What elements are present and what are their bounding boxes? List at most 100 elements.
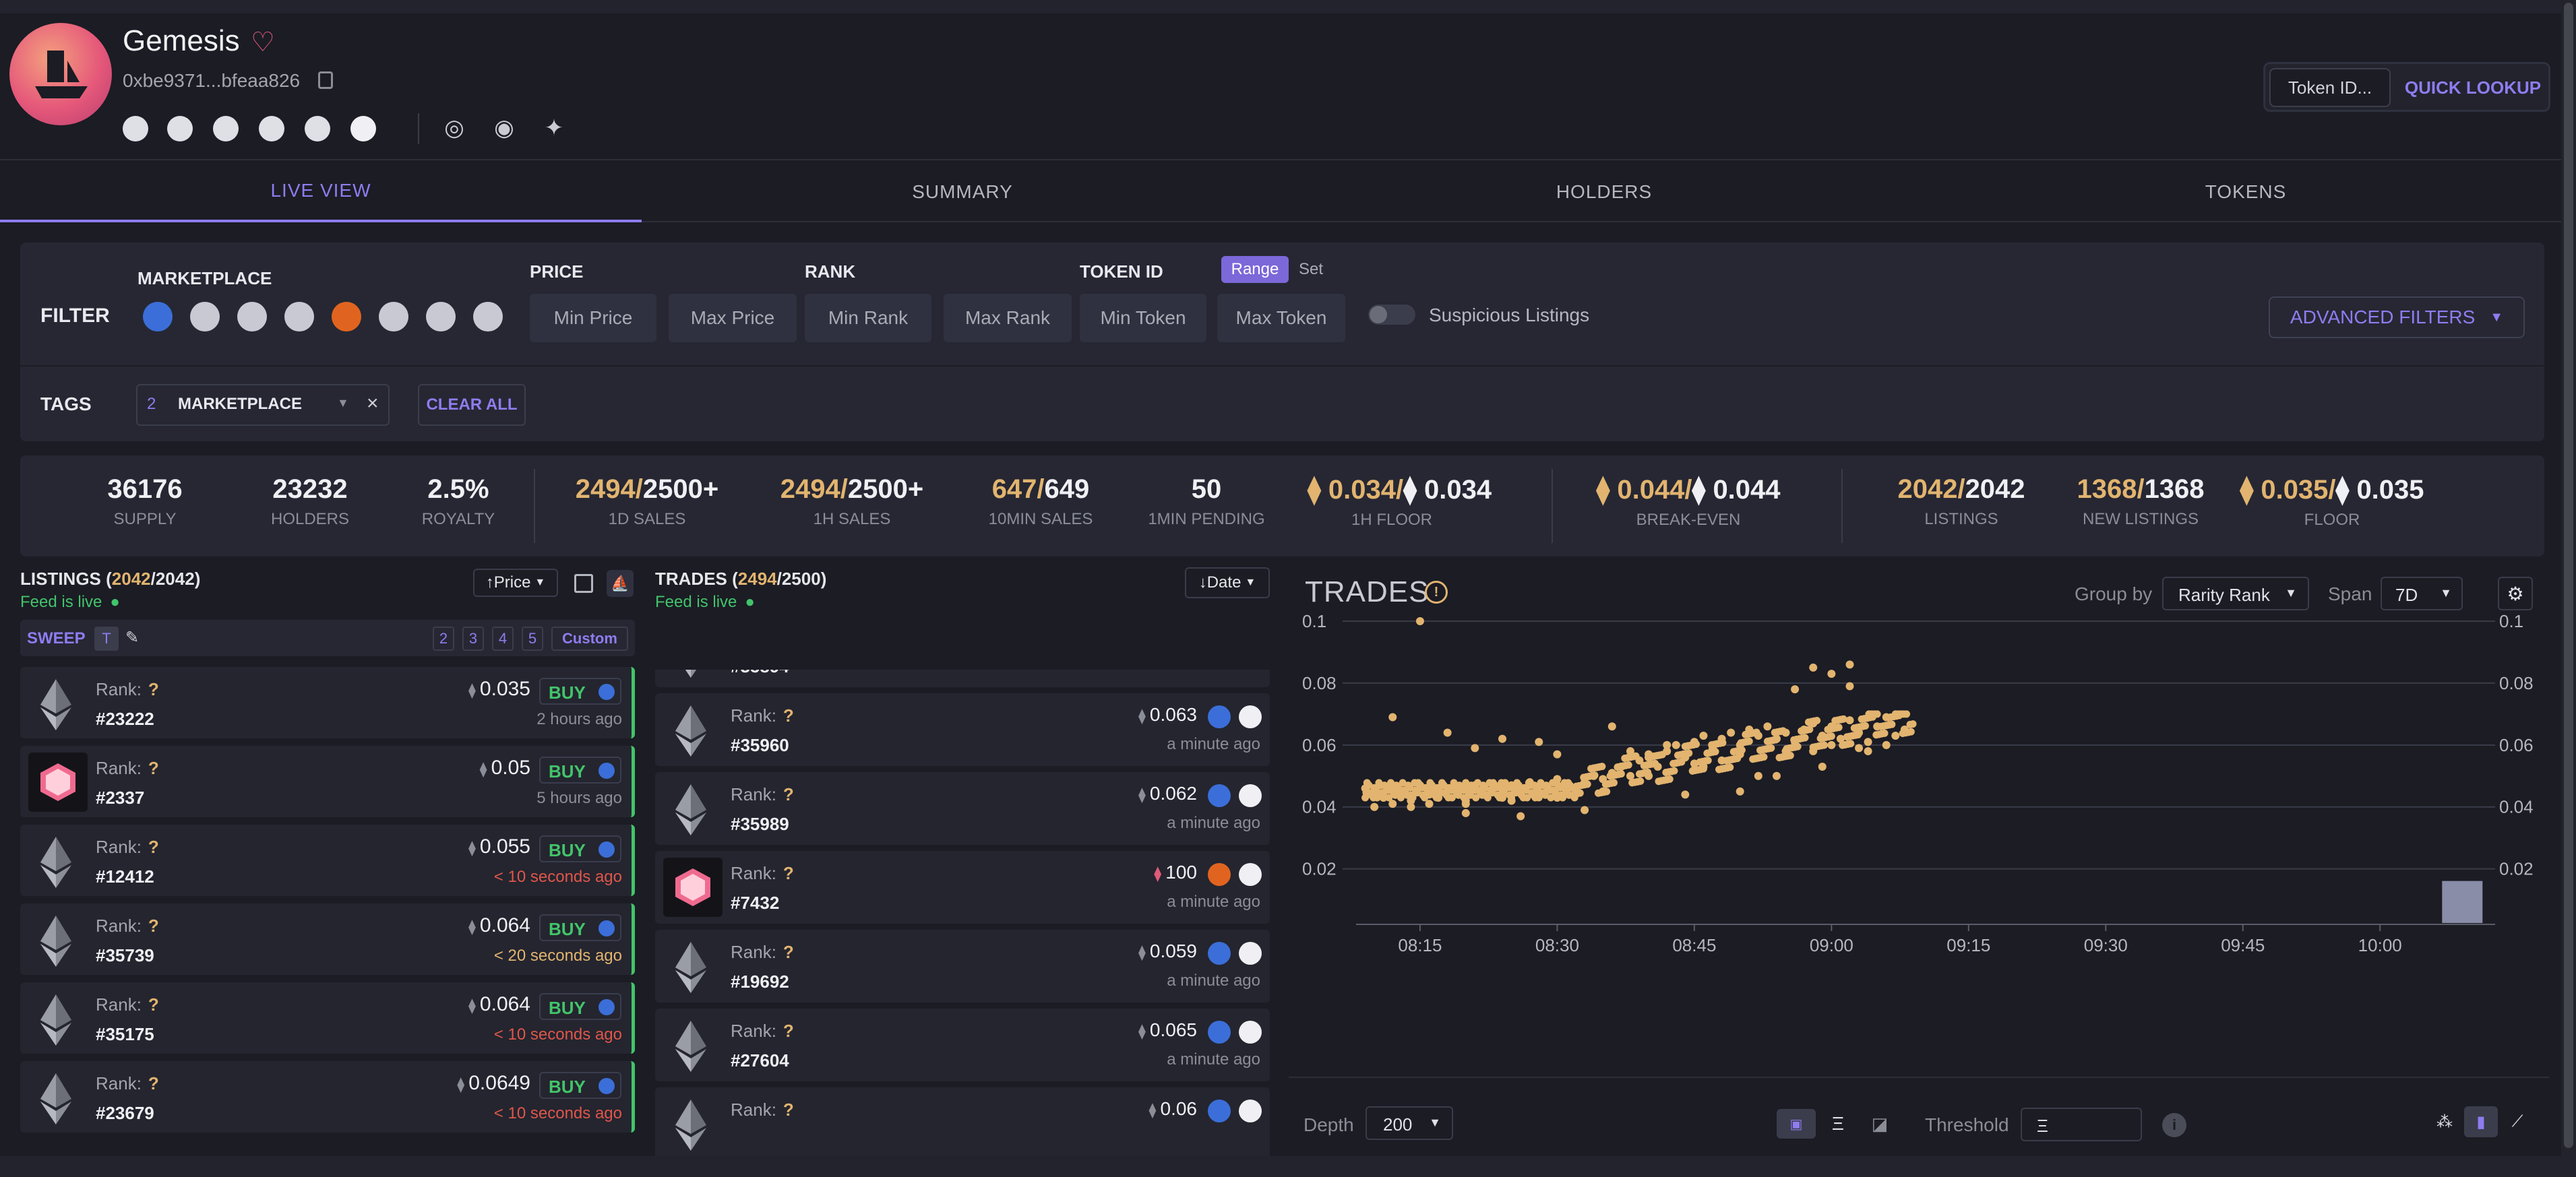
clear-all-button[interactable]: CLEAR ALL	[418, 384, 526, 426]
buy-button[interactable]: BUY	[539, 1072, 621, 1099]
info-icon[interactable]: !	[1425, 581, 1448, 604]
listing-row[interactable]: Rank:? #35739 ⧫ 0.064 BUY < 20 seconds ago	[20, 903, 635, 975]
element-filter-icon[interactable]	[426, 302, 456, 331]
group-by-dropdown[interactable]: Rarity Rank ▼	[2162, 577, 2309, 610]
buy-button[interactable]: BUY	[539, 993, 621, 1020]
x2y2-link-icon[interactable]	[213, 116, 239, 141]
buy-button[interactable]: BUY	[539, 914, 621, 941]
tab-live-view[interactable]: LIVE VIEW	[0, 162, 642, 222]
max-token-input[interactable]: Max Token	[1217, 294, 1345, 342]
trade-row[interactable]: Rank:? #35989 ⧫ 0.062 a minute ago	[655, 772, 1270, 845]
nftx-filter-icon[interactable]	[379, 302, 408, 331]
trade-row[interactable]: Rank:? ⧫ 0.06	[655, 1087, 1270, 1160]
gem-filter-icon[interactable]	[473, 302, 503, 331]
settings-gear-icon[interactable]: ⚙	[2498, 577, 2533, 610]
listing-price: ⧫ 0.064	[468, 914, 530, 936]
etherscan-icon[interactable]	[1239, 705, 1262, 728]
buy-button[interactable]: BUY	[539, 678, 621, 705]
listing-row[interactable]: Rank:? #35175 ⧫ 0.064 BUY < 10 seconds ago	[20, 982, 635, 1054]
quick-lookup: Token ID... QUICK LOOKUP	[2263, 62, 2550, 112]
listing-row[interactable]: Rank:? #12412 ⧫ 0.055 BUY < 10 seconds ago	[20, 825, 635, 896]
line-view-icon[interactable]: ⟋	[2501, 1106, 2534, 1137]
trade-row[interactable]: #35894a minute ago	[655, 670, 1270, 687]
trade-point	[1729, 748, 1738, 756]
quick-lookup-button[interactable]: QUICK LOOKUP	[2397, 68, 2548, 107]
listing-row[interactable]: Rank:? #2337 ⧫ 0.05 BUY 5 hours ago	[20, 746, 635, 817]
opensea-filter-icon[interactable]	[143, 302, 173, 331]
sweep-count-5[interactable]: 5	[522, 627, 543, 651]
looksrare-filter-icon[interactable]	[190, 302, 220, 331]
count-mode-icon[interactable]: ▣	[1777, 1109, 1816, 1139]
min-price-input[interactable]: Min Price	[530, 294, 656, 342]
trades-scatter-chart[interactable]: 0.02 0.02 0.04 0.04 0.06 0.06 0.08 0.08 0.1 0.1 08…	[1289, 608, 2549, 972]
x2y2-filter-icon[interactable]	[237, 302, 267, 331]
trade-token-id: #35960	[731, 735, 789, 755]
trade-row[interactable]: Rank:? #19692 ⧫ 0.059 a minute ago	[655, 930, 1270, 1003]
listing-row[interactable]: Rank:? #23222 ⧫ 0.035 BUY 2 hours ago	[20, 667, 635, 738]
min-token-input[interactable]: Min Token	[1080, 294, 1206, 342]
tab-tokens[interactable]: TOKENS	[1925, 162, 2567, 222]
website-globe-icon[interactable]: ◎	[441, 115, 468, 141]
etherscan-icon[interactable]	[1239, 863, 1262, 886]
sweep-custom-button[interactable]: Custom	[551, 627, 628, 651]
tab-summary[interactable]: SUMMARY	[642, 162, 1283, 222]
trades-sort-dropdown[interactable]: ↓ Date ▼	[1185, 567, 1270, 598]
sudoswap-link-icon[interactable]	[259, 116, 284, 141]
opensea-link-icon[interactable]	[123, 116, 148, 141]
tag-chevron-icon[interactable]: ▼	[337, 396, 349, 410]
listings-sort-dropdown[interactable]: ↑ Price ▼	[473, 569, 558, 597]
favorite-heart-icon[interactable]: ♡	[251, 27, 275, 58]
etherscan-icon[interactable]	[1239, 1100, 1262, 1122]
sweep-type-button[interactable]: T	[94, 627, 119, 651]
copy-icon[interactable]	[318, 71, 333, 89]
depth-dropdown[interactable]: 200 ▼	[1366, 1106, 1453, 1140]
threshold-info-icon[interactable]: i	[2162, 1113, 2186, 1137]
marketplace-tag[interactable]: 2 MARKETPLACE ▼ ×	[136, 384, 390, 426]
looksrare-link-icon[interactable]	[167, 116, 193, 141]
max-price-input[interactable]: Max Price	[669, 294, 797, 342]
sweep-count-2[interactable]: 2	[433, 627, 454, 651]
opensea-only-icon[interactable]: ⛵	[607, 570, 634, 597]
discord-icon[interactable]: ◉	[491, 115, 518, 141]
sweep-count-3[interactable]: 3	[462, 627, 484, 651]
eth-mode-icon[interactable]: Ξ	[1821, 1109, 1855, 1139]
span-dropdown[interactable]: 7D ▼	[2381, 577, 2463, 610]
listing-row[interactable]: Rank:? #23679 ⧫ 0.0649 BUY < 10 seconds ago	[20, 1061, 635, 1133]
max-rank-input[interactable]: Max Rank	[944, 294, 1072, 342]
percent-mode-icon[interactable]: ◪	[1863, 1109, 1897, 1139]
blur-filter-icon[interactable]	[332, 302, 361, 331]
etherscan-icon[interactable]	[1239, 784, 1262, 807]
trade-row[interactable]: Rank:? #7432 ⧫ 100 a minute ago	[655, 851, 1270, 924]
buy-button[interactable]: BUY	[539, 757, 621, 784]
etherscan-link-icon[interactable]	[350, 116, 376, 141]
suspicious-listings-toggle[interactable]	[1368, 305, 1415, 325]
min-rank-input[interactable]: Min Rank	[805, 294, 931, 342]
scatter-view-icon[interactable]: ⁂	[2428, 1106, 2461, 1137]
set-button[interactable]: Set	[1293, 256, 1329, 283]
sudoswap-filter-icon[interactable]	[284, 302, 314, 331]
sweep-count-4[interactable]: 4	[492, 627, 514, 651]
token-id-input[interactable]: Token ID...	[2269, 68, 2391, 107]
pencil-icon[interactable]: ✎	[125, 628, 139, 647]
etherscan-icon[interactable]	[1239, 1021, 1262, 1044]
listing-token-id: #23679	[96, 1103, 154, 1123]
bar-view-icon[interactable]: ▮	[2464, 1106, 2498, 1137]
stat-break-even: ⧫ 0.044/⧫ 0.044 BREAK-EVEN	[1596, 475, 1781, 529]
tab-holders[interactable]: HOLDERS	[1283, 162, 1925, 222]
scrollbar-thumb[interactable]	[2564, 3, 2573, 1148]
buy-button[interactable]: BUY	[539, 835, 621, 862]
page-scrollbar[interactable]	[2561, 0, 2576, 1177]
tag-close-icon[interactable]: ×	[367, 392, 379, 415]
range-button[interactable]: Range	[1221, 256, 1289, 283]
y-tick-label-right: 0.04	[2499, 797, 2534, 817]
etherscan-icon[interactable]	[1239, 942, 1262, 965]
trade-row[interactable]: Rank:? #27604 ⧫ 0.065 a minute ago	[655, 1009, 1270, 1081]
trade-row[interactable]: Rank:? #35960 ⧫ 0.063 a minute ago	[655, 693, 1270, 766]
blur-link-icon[interactable]	[305, 116, 330, 141]
x-tick-label: 09:45	[2221, 935, 2265, 955]
select-all-checkbox[interactable]	[574, 574, 593, 593]
threshold-input[interactable]: Ξ	[2021, 1108, 2142, 1141]
advanced-filters-button[interactable]: ADVANCED FILTERS ▼	[2269, 296, 2525, 338]
twitter-icon[interactable]: ✦	[541, 115, 568, 141]
marketplace-icon	[599, 763, 615, 779]
